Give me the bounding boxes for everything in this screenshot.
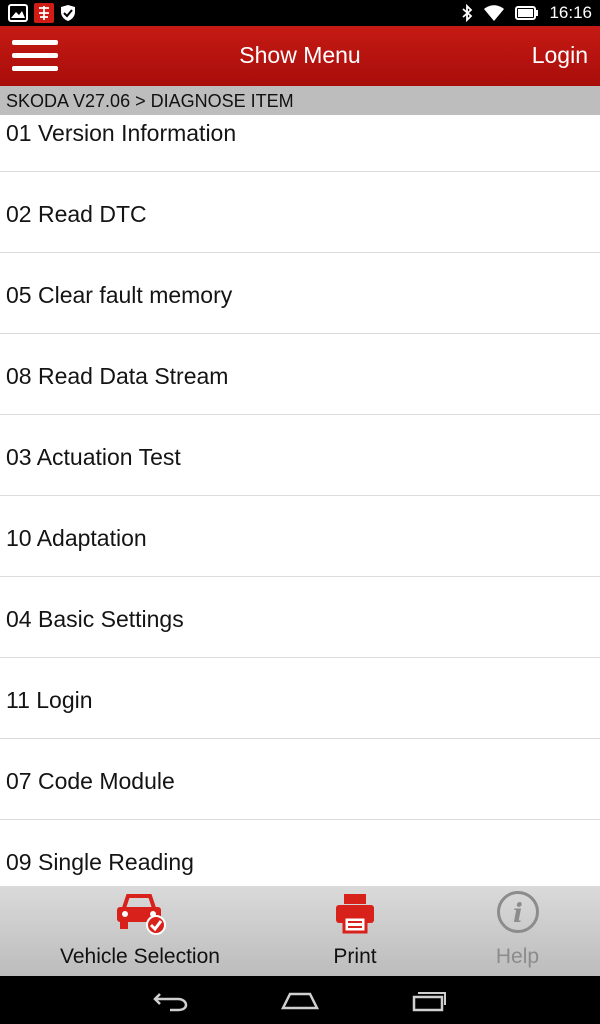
header-title[interactable]: Show Menu [0,42,600,69]
home-icon[interactable] [280,988,320,1012]
menu-item-login[interactable]: 11 Login [0,658,600,739]
system-nav-bar [0,976,600,1024]
status-bar: 16:16 [0,0,600,26]
menu-item-version-information[interactable]: 01 Version Information [0,115,600,172]
print-button[interactable]: Print [300,886,410,976]
menu-item-label: 05 Clear fault memory [6,282,233,308]
login-button[interactable]: Login [532,42,588,69]
printer-icon [336,894,374,934]
menu-item-label: 03 Actuation Test [6,444,181,470]
print-label: Print [333,945,377,968]
app-header: Show Menu Login [0,26,600,86]
menu-item-label: 04 Basic Settings [6,606,184,632]
battery-icon [515,6,539,20]
menu-item-label: 01 Version Information [6,120,237,146]
app-icon [34,3,54,23]
vehicle-selection-button[interactable]: Vehicle Selection [40,886,240,976]
image-icon [8,4,28,22]
menu-item-read-data-stream[interactable]: 08 Read Data Stream [0,334,600,415]
car-check-icon [117,894,166,935]
status-left-icons [8,3,76,23]
breadcrumb: SKODA V27.06 > DIAGNOSE ITEM [0,86,600,115]
menu-item-label: 09 Single Reading [6,849,194,875]
menu-item-adaptation[interactable]: 10 Adaptation [0,496,600,577]
status-time: 16:16 [549,3,592,22]
bottom-toolbar: Vehicle Selection Print i Help [0,886,600,976]
vehicle-selection-label: Vehicle Selection [60,945,220,968]
recent-apps-icon[interactable] [410,988,448,1012]
shield-icon [61,5,75,21]
wifi-icon [484,5,505,21]
help-label: Help [495,945,540,968]
diagnose-menu-list: 01 Version Information 02 Read DTC 05 Cl… [0,115,600,886]
bluetooth-icon [462,4,473,22]
menu-item-read-dtc[interactable]: 02 Read DTC [0,172,600,253]
menu-item-basic-settings[interactable]: 04 Basic Settings [0,577,600,658]
menu-item-clear-fault-memory[interactable]: 05 Clear fault memory [0,253,600,334]
menu-item-label: 11 Login [6,687,93,713]
menu-item-label: 07 Code Module [6,768,175,794]
menu-item-label: 10 Adaptation [6,525,147,551]
menu-item-label: 02 Read DTC [6,201,147,227]
info-icon: i [496,891,539,933]
svg-text:i: i [513,899,523,929]
menu-item-single-reading[interactable]: 09 Single Reading [0,820,600,886]
status-right-icons: 16:16 [461,0,592,26]
help-button[interactable]: i Help [465,886,570,976]
menu-item-actuation-test[interactable]: 03 Actuation Test [0,415,600,496]
menu-item-code-module[interactable]: 07 Code Module [0,739,600,820]
back-icon[interactable] [152,988,190,1012]
menu-item-label: 08 Read Data Stream [6,363,229,389]
